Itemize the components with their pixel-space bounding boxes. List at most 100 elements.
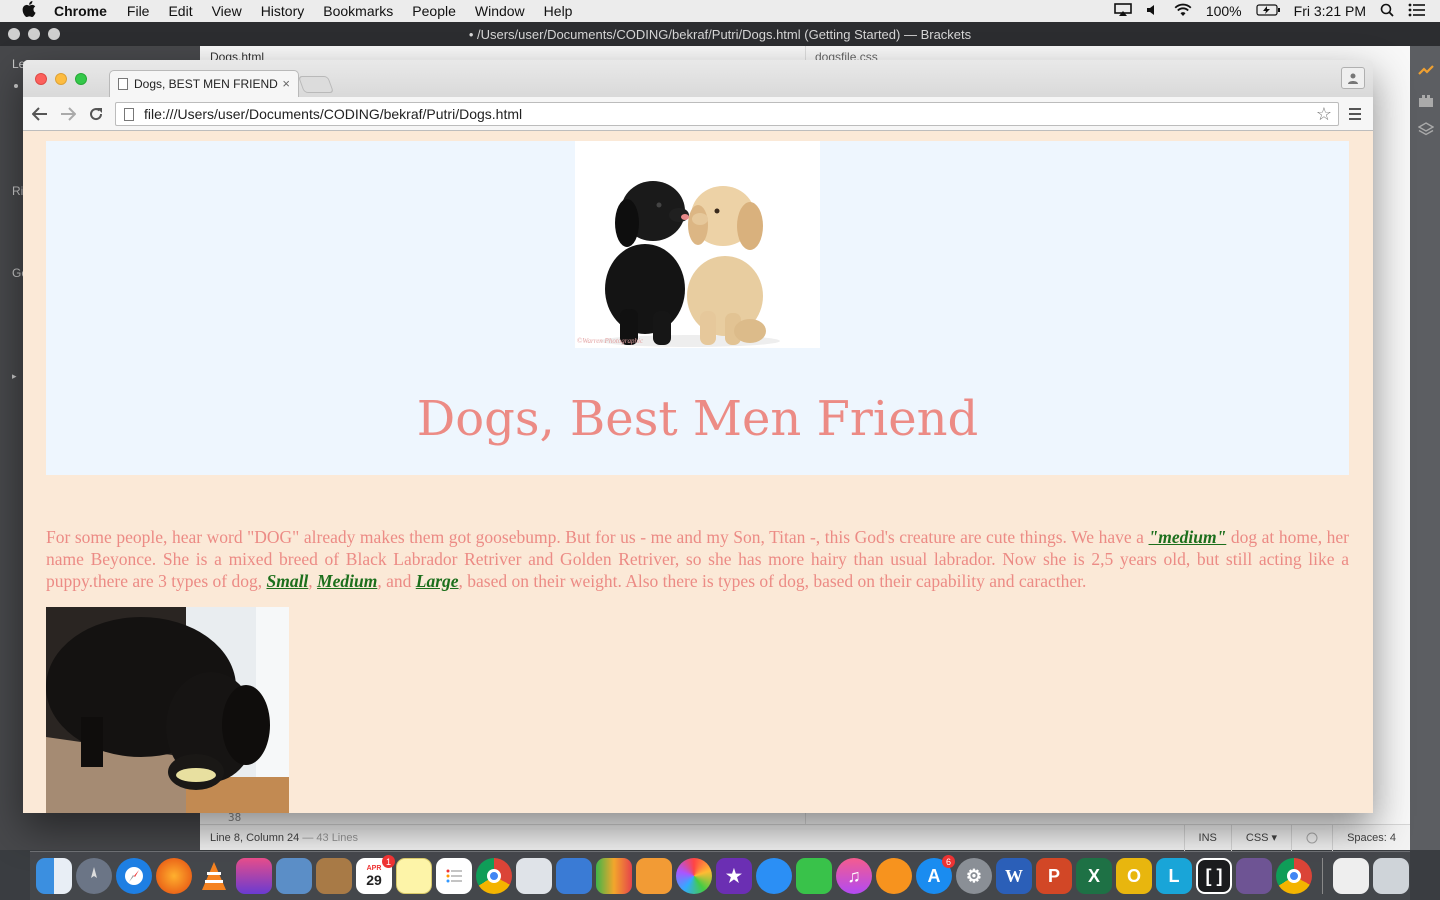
photos-icon[interactable] bbox=[676, 858, 712, 894]
line-count: — 43 Lines bbox=[302, 831, 358, 844]
cursor-position: Line 8, Column 24 — 43 Lines bbox=[210, 832, 358, 844]
ibooks-icon[interactable] bbox=[876, 858, 912, 894]
browser-tab-active[interactable]: Dogs, BEST MEN FRIEND × bbox=[109, 70, 299, 97]
airplay-icon[interactable] bbox=[1114, 2, 1132, 20]
menu-edit[interactable]: Edit bbox=[168, 3, 192, 19]
image-capture-icon[interactable] bbox=[516, 858, 552, 894]
extension-manager-icon[interactable] bbox=[1418, 94, 1433, 108]
link-medium[interactable]: Medium bbox=[317, 571, 377, 591]
imovie-icon[interactable]: ★ bbox=[716, 858, 752, 894]
calendar-badge: 1 bbox=[382, 855, 395, 868]
brackets-zoom-button[interactable] bbox=[48, 28, 60, 40]
app-store-icon[interactable]: A6 bbox=[916, 855, 955, 894]
chrome-dock-icon[interactable] bbox=[476, 858, 512, 894]
brackets-title-bar: • /Users/user/Documents/CODING/bekraf/Pu… bbox=[0, 22, 1440, 46]
brackets-right-toolbar bbox=[1410, 46, 1440, 850]
chrome-zoom-button[interactable] bbox=[75, 73, 87, 85]
menu-view[interactable]: View bbox=[212, 3, 242, 19]
link-large[interactable]: Large bbox=[416, 571, 459, 591]
excel-icon[interactable]: X bbox=[1076, 858, 1112, 894]
puppies-image: ©Warren Photographic bbox=[575, 141, 820, 348]
layers-icon[interactable] bbox=[1417, 122, 1435, 136]
profile-avatar-button[interactable] bbox=[1341, 67, 1365, 89]
lync-icon[interactable]: L bbox=[1156, 858, 1192, 894]
menu-bookmarks[interactable]: Bookmarks bbox=[323, 3, 393, 19]
linting-status-icon[interactable] bbox=[1291, 824, 1332, 851]
forward-button[interactable] bbox=[57, 103, 79, 125]
insert-mode-toggle[interactable]: INS bbox=[1183, 824, 1231, 851]
firefox-icon[interactable] bbox=[156, 858, 192, 894]
brackets-close-button[interactable] bbox=[8, 28, 20, 40]
downloads-stack-icon[interactable] bbox=[1333, 858, 1369, 894]
bookmark-star-icon[interactable]: ☆ bbox=[1316, 104, 1332, 125]
messages-icon[interactable] bbox=[756, 858, 792, 894]
status-right: INS CSS ▾ Spaces: 4 bbox=[1183, 824, 1410, 851]
photo-booth-icon[interactable] bbox=[236, 858, 272, 894]
notification-center-icon[interactable] bbox=[1408, 3, 1426, 20]
menu-file[interactable]: File bbox=[127, 3, 150, 19]
menu-help[interactable]: Help bbox=[544, 3, 573, 19]
menu-history[interactable]: History bbox=[261, 3, 305, 19]
vlc-icon[interactable] bbox=[196, 858, 232, 894]
chrome-close-button[interactable] bbox=[35, 73, 47, 85]
page-viewport[interactable]: ©Warren Photographic Dogs, Best Men Frie… bbox=[23, 131, 1373, 813]
brackets-dock-icon[interactable]: [ ] bbox=[1196, 858, 1232, 894]
cursor-position-text: Line 8, Column 24 bbox=[210, 831, 300, 844]
brackets-window-controls bbox=[8, 28, 60, 40]
github-desktop-icon[interactable] bbox=[1236, 858, 1272, 894]
apple-menu-icon[interactable] bbox=[20, 1, 38, 21]
trash-icon[interactable] bbox=[1373, 858, 1409, 894]
dock-separator bbox=[1322, 858, 1323, 894]
page-header: ©Warren Photographic Dogs, Best Men Frie… bbox=[46, 141, 1349, 475]
finder-icon[interactable] bbox=[36, 858, 72, 894]
menu-people[interactable]: People bbox=[412, 3, 456, 19]
keynote-icon[interactable] bbox=[556, 858, 592, 894]
folder-expand-icon[interactable]: ▸ bbox=[12, 371, 17, 382]
wifi-icon[interactable] bbox=[1174, 3, 1192, 20]
battery-icon[interactable] bbox=[1256, 3, 1280, 19]
brackets-status-bar: Line 8, Column 24 — 43 Lines INS CSS ▾ S… bbox=[200, 824, 1410, 851]
word-icon[interactable]: W bbox=[996, 858, 1032, 894]
pages-icon[interactable] bbox=[636, 858, 672, 894]
spotlight-search-icon[interactable] bbox=[1380, 3, 1394, 20]
link-medium-quoted[interactable]: "medium" bbox=[1149, 527, 1227, 547]
link-small[interactable]: Small bbox=[266, 571, 308, 591]
chrome-window: Dogs, BEST MEN FRIEND × file:///Users/us… bbox=[23, 60, 1373, 813]
url-text[interactable]: file:///Users/user/Documents/CODING/bekr… bbox=[144, 106, 522, 122]
chrome-tab-strip: Dogs, BEST MEN FRIEND × bbox=[23, 60, 1373, 97]
page-info-icon[interactable] bbox=[124, 107, 134, 121]
launchpad-icon[interactable] bbox=[76, 858, 112, 894]
app-menu-chrome[interactable]: Chrome bbox=[54, 3, 107, 19]
volume-icon[interactable] bbox=[1146, 3, 1160, 20]
reminders-icon[interactable] bbox=[436, 858, 472, 894]
live-preview-icon[interactable] bbox=[1418, 64, 1434, 78]
back-button[interactable] bbox=[29, 103, 51, 125]
indent-spaces[interactable]: Spaces: 4 bbox=[1332, 824, 1410, 851]
new-tab-button[interactable] bbox=[297, 76, 335, 93]
tab-close-icon[interactable]: × bbox=[282, 76, 290, 91]
battery-percent[interactable]: 100% bbox=[1206, 3, 1242, 19]
chrome-minimize-button[interactable] bbox=[55, 73, 67, 85]
address-bar[interactable]: file:///Users/user/Documents/CODING/bekr… bbox=[115, 102, 1339, 126]
safari-icon[interactable] bbox=[116, 858, 152, 894]
mac-menu-bar: Chrome File Edit View History Bookmarks … bbox=[0, 0, 1440, 22]
clock[interactable]: Fri 3:21 PM bbox=[1294, 3, 1366, 19]
itunes-icon[interactable]: ♫ bbox=[836, 858, 872, 894]
calendar-icon[interactable]: APR 29 1 bbox=[356, 855, 395, 894]
chrome-menu-button[interactable] bbox=[1345, 104, 1365, 124]
powerpoint-icon[interactable]: P bbox=[1036, 858, 1072, 894]
numbers-icon[interactable] bbox=[596, 858, 632, 894]
contacts-icon[interactable] bbox=[316, 858, 352, 894]
reload-button[interactable] bbox=[85, 103, 107, 125]
system-preferences-icon[interactable]: ⚙ bbox=[956, 858, 992, 894]
outlook-icon[interactable]: O bbox=[1116, 858, 1152, 894]
notes-icon[interactable] bbox=[396, 858, 432, 894]
beyonce-photo bbox=[46, 607, 289, 813]
intro-text-1: For some people, hear word "DOG" already… bbox=[46, 527, 1149, 547]
chrome-canary-icon[interactable] bbox=[1276, 858, 1312, 894]
facetime-icon[interactable] bbox=[796, 858, 832, 894]
menu-window[interactable]: Window bbox=[475, 3, 525, 19]
language-select[interactable]: CSS ▾ bbox=[1230, 824, 1291, 851]
preview-icon[interactable] bbox=[276, 858, 312, 894]
brackets-minimize-button[interactable] bbox=[28, 28, 40, 40]
